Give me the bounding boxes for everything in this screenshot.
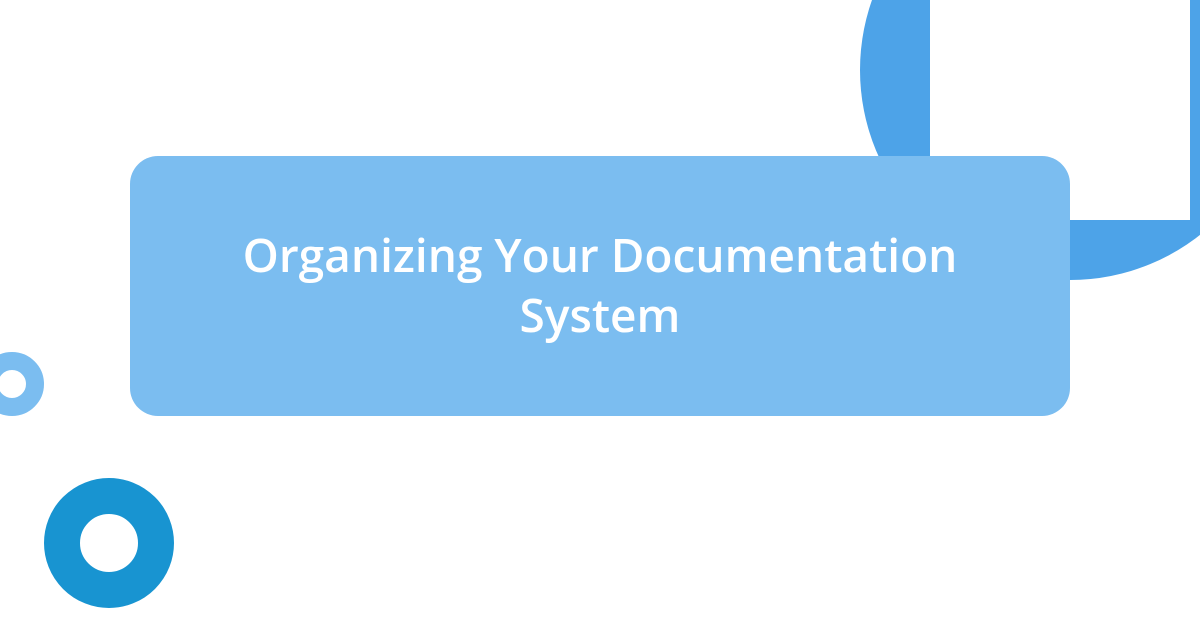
title-card: Organizing Your Documentation System xyxy=(130,156,1070,416)
decorative-small-ring-icon xyxy=(0,352,44,416)
decorative-large-ring-icon xyxy=(44,478,174,608)
page-title: Organizing Your Documentation System xyxy=(190,226,1010,346)
